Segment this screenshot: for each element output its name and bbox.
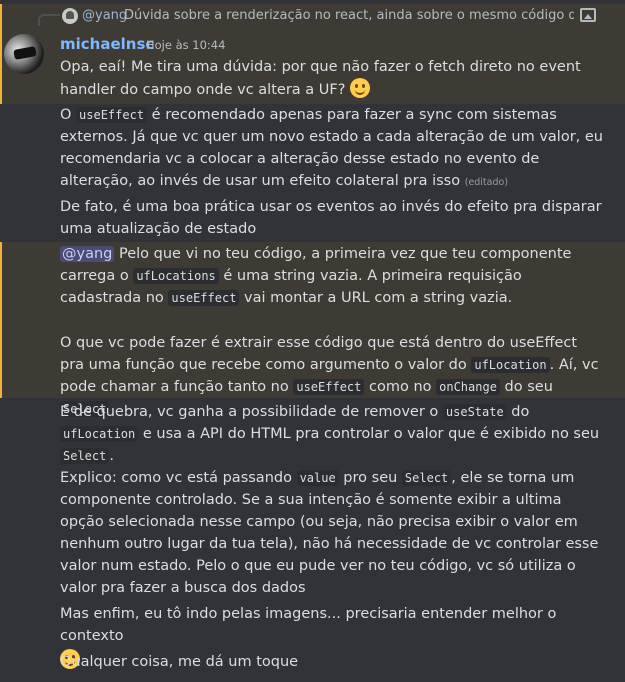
user-mention[interactable]: @yang xyxy=(60,246,115,262)
message-text: O xyxy=(60,107,77,123)
message-text: e usa a API do HTML pra controlar o valo… xyxy=(138,426,600,442)
reply-connector xyxy=(38,14,60,26)
message-text: E de quebra, vc ganha a possibilidade de… xyxy=(60,404,443,420)
message-text: Qualquer coisa, me dá um toque xyxy=(60,654,299,670)
avatar[interactable] xyxy=(4,34,44,74)
inline-code: Select xyxy=(60,448,110,464)
reply-mention[interactable]: @yang xyxy=(82,7,127,25)
message-text: , ele se torna um componente controlado.… xyxy=(60,470,599,596)
message-4: @yang Pelo que vi no teu código, a prime… xyxy=(60,243,605,309)
inline-code: useState xyxy=(442,404,507,420)
inline-code: useEffect xyxy=(168,290,240,306)
username[interactable]: michaelnsc xyxy=(60,34,154,54)
inline-code: useEffect xyxy=(76,107,148,123)
message-text: Explico: como vc está passando xyxy=(60,470,297,486)
inline-code: onChange xyxy=(436,379,500,395)
mention-bar xyxy=(0,4,2,104)
message-1: Opa, eaí! Me tira uma dúvida: por que nã… xyxy=(60,56,605,101)
message-text: do xyxy=(506,404,530,420)
message-3: De fato, é uma boa prática usar os event… xyxy=(60,196,605,240)
inline-code: value xyxy=(296,470,339,486)
message-text: . xyxy=(109,448,114,464)
reply-text[interactable]: Dúvida sobre a renderização no react, ai… xyxy=(124,7,574,25)
reply-avatar[interactable] xyxy=(62,8,78,24)
smile-emoji-icon xyxy=(350,78,371,98)
message-2: O useEffect é recomendado apenas para fa… xyxy=(60,104,605,194)
message-text: De fato, é uma boa prática usar os event… xyxy=(60,199,602,237)
message-text: pro seu xyxy=(338,470,402,486)
edited-label: (editado) xyxy=(464,177,509,188)
inline-code: ufLocation xyxy=(60,426,139,442)
inline-code: ufLocations xyxy=(133,268,219,284)
message-text: Mas enfim, eu tô indo pelas imagens... p… xyxy=(60,606,557,644)
inline-code: ufLocation xyxy=(471,357,550,373)
message-text: como no xyxy=(364,379,437,395)
message-text: do seu xyxy=(499,379,553,395)
message-5-part2: Explico: como vc está passando value pro… xyxy=(60,467,605,599)
message-text: vai montar a URL com a string vazia. xyxy=(239,290,513,306)
inline-code: useEffect xyxy=(293,379,365,395)
message-7: Qualquer coisa, me dá um toque xyxy=(60,651,605,673)
image-icon xyxy=(580,8,596,22)
timestamp[interactable]: Hoje às 10:44 xyxy=(146,36,225,54)
inline-code: Select xyxy=(401,470,452,486)
message-5: E de quebra, vc ganha a possibilidade de… xyxy=(60,401,605,467)
mention-bar-2 xyxy=(0,242,2,398)
message-text: Opa, eaí! Me tira uma dúvida: por que nã… xyxy=(60,59,581,98)
